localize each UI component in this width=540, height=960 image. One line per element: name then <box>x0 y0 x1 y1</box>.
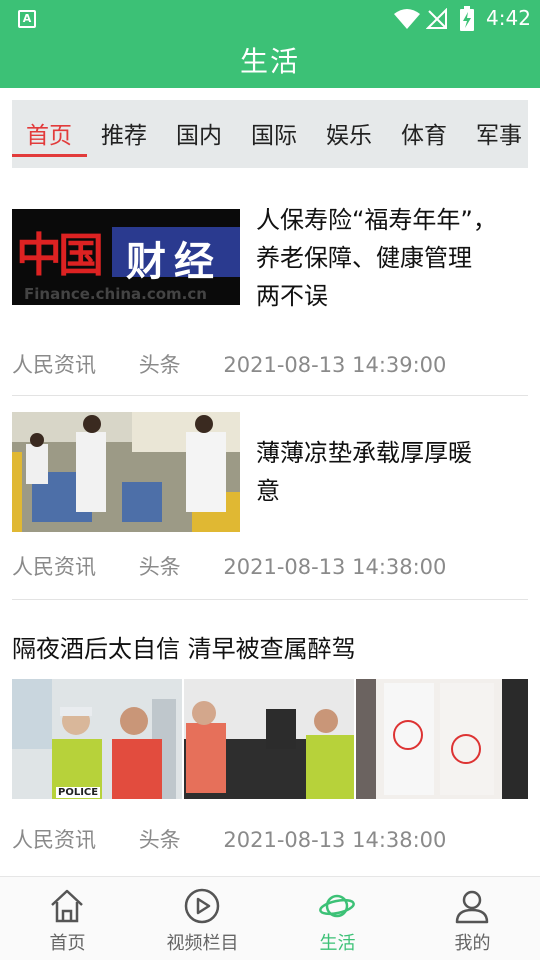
video-icon <box>184 888 220 924</box>
nav-home[interactable]: 首页 <box>0 877 135 960</box>
category-tabs: 首页 推荐 国内 国际 娱乐 体育 军事 <box>12 100 528 168</box>
news-category: 头条 <box>138 828 181 852</box>
news-meta: 人民资讯 头条 2021-08-13 14:38:00 <box>12 824 446 854</box>
active-tab-indicator <box>12 154 87 157</box>
news-item[interactable]: 薄薄凉垫承载厚厚暖 意 人民资讯 头条 2021-08-13 14:38:00 <box>12 412 528 600</box>
logo-finance-text: 财经 <box>126 239 222 285</box>
status-time: 4:42 <box>486 6 531 30</box>
news-title-line: 养老保障、健康管理 <box>256 244 472 272</box>
user-icon <box>455 890 489 924</box>
news-category: 头条 <box>138 555 181 579</box>
nav-life[interactable]: 生活 <box>270 877 405 960</box>
logo-url-text: Finance.china.com.cn <box>24 285 207 303</box>
news-source: 人民资讯 <box>12 555 96 579</box>
news-category: 头条 <box>138 353 181 377</box>
news-title[interactable]: 人保寿险“福寿年年”， 养老保障、健康管理 两不误 <box>256 201 528 315</box>
nav-label: 我的 <box>454 933 491 954</box>
news-title[interactable]: 隔夜酒后太自信 清早被查属醉驾 <box>12 630 528 668</box>
app-bar: A 4:42 生活 <box>0 0 540 88</box>
bus-interior-photo <box>12 412 240 532</box>
no-signal-icon <box>426 8 447 29</box>
news-meta: 人民资讯 头条 2021-08-13 14:38:00 <box>12 551 446 581</box>
news-title-line: 意 <box>256 477 280 505</box>
news-thumbnail[interactable]: 中国 财经 Finance.china.com.cn <box>12 209 240 305</box>
planet-icon <box>319 894 355 918</box>
news-item[interactable]: 中国 财经 Finance.china.com.cn 人保寿险“福寿年年”， 养… <box>12 205 528 396</box>
tab-recommend[interactable]: 推荐 <box>101 116 147 150</box>
tab-sports[interactable]: 体育 <box>401 116 447 150</box>
news-item[interactable]: 隔夜酒后太自信 清早被查属醉驾 POLICE 人民资讯 头条 2021-08-1… <box>12 630 528 875</box>
news-meta: 人民资讯 头条 2021-08-13 14:39:00 <box>12 349 446 379</box>
nav-label: 首页 <box>49 933 86 954</box>
divider <box>12 599 528 600</box>
news-time: 2021-08-13 14:39:00 <box>223 353 447 377</box>
nav-video[interactable]: 视频栏目 <box>135 877 270 960</box>
news-title-line: 人保寿险“福寿年年”， <box>256 206 497 234</box>
news-title-line: 薄薄凉垫承载厚厚暖 <box>256 439 472 467</box>
tab-domestic[interactable]: 国内 <box>176 116 222 150</box>
police-label: POLICE <box>56 787 101 798</box>
news-source: 人民资讯 <box>12 828 96 852</box>
nav-label: 生活 <box>319 933 356 954</box>
nav-mine[interactable]: 我的 <box>405 877 540 960</box>
news-thumbnail[interactable] <box>12 412 240 532</box>
wifi-icon <box>394 9 420 29</box>
divider <box>12 395 528 396</box>
nav-label: 视频栏目 <box>166 933 239 954</box>
tab-entertainment[interactable]: 娱乐 <box>326 116 372 150</box>
news-source: 人民资讯 <box>12 353 96 377</box>
status-bar: A 4:42 <box>0 0 540 36</box>
battery-charging-icon <box>460 6 474 31</box>
tab-international[interactable]: 国际 <box>251 116 297 150</box>
news-title[interactable]: 薄薄凉垫承载厚厚暖 意 <box>256 434 528 510</box>
page-title: 生活 <box>239 45 300 78</box>
tab-home[interactable]: 首页 <box>26 116 72 150</box>
logo-chinese-text: 中国 <box>16 228 104 282</box>
home-icon <box>51 889 83 923</box>
news-image-strip[interactable]: POLICE <box>12 679 528 799</box>
tab-military[interactable]: 军事 <box>476 116 522 150</box>
police-photo-strip <box>12 679 528 799</box>
bottom-navigation: 首页 视频栏目 生活 我的 <box>0 876 540 960</box>
app-notification-icon: A <box>18 10 36 28</box>
news-title-line: 两不误 <box>256 282 328 310</box>
news-time: 2021-08-13 14:38:00 <box>223 555 447 579</box>
news-time: 2021-08-13 14:38:00 <box>223 828 447 852</box>
